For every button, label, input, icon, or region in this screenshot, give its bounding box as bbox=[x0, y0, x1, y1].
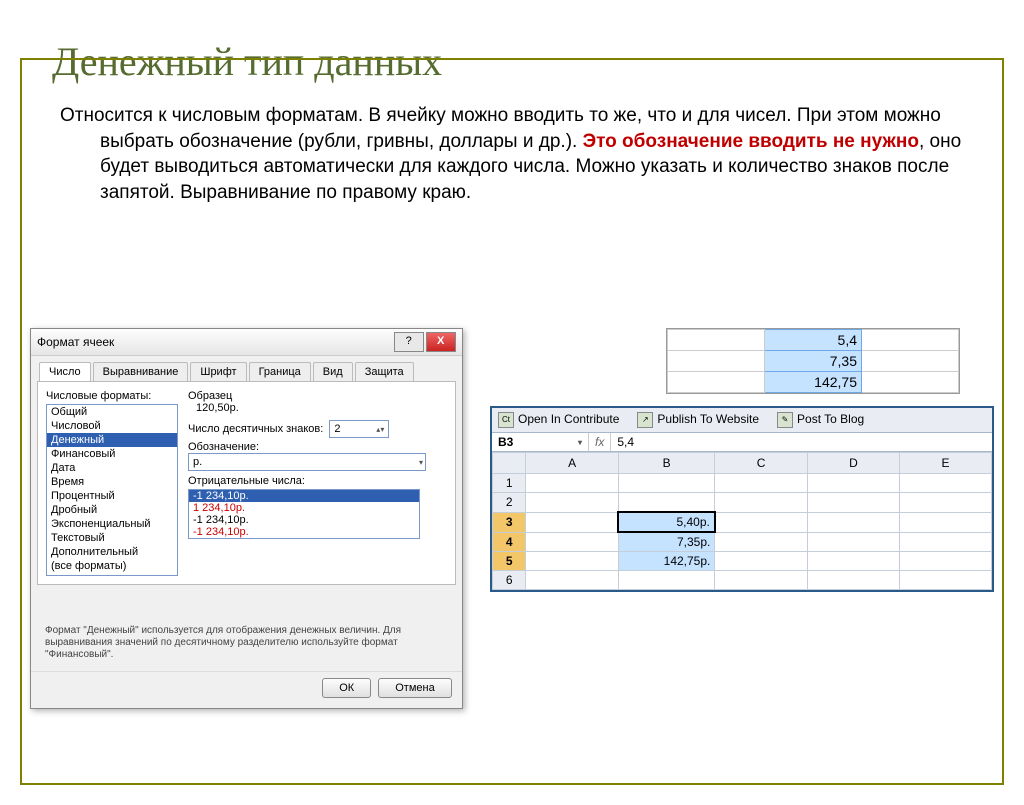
publish-icon: ↗ bbox=[637, 412, 653, 428]
tab-number[interactable]: Число bbox=[39, 362, 91, 381]
toolbar-open-contribute[interactable]: CtOpen In Contribute bbox=[498, 412, 619, 428]
tab-border[interactable]: Граница bbox=[249, 362, 311, 381]
col-a[interactable]: A bbox=[526, 453, 618, 474]
formula-bar[interactable]: 5,4 bbox=[611, 433, 992, 451]
blog-icon: ✎ bbox=[777, 412, 793, 428]
dialog-description: Формат "Денежный" используется для отобр… bbox=[31, 591, 462, 671]
close-button[interactable]: X bbox=[426, 332, 456, 352]
slide-title: Денежный тип данных bbox=[52, 38, 1024, 85]
select-all-corner[interactable] bbox=[493, 453, 526, 474]
toolbar-publish[interactable]: ↗Publish To Website bbox=[637, 412, 759, 428]
sample-value: 120,50р. bbox=[188, 402, 447, 414]
col-d[interactable]: D bbox=[807, 453, 899, 474]
contribute-icon: Ct bbox=[498, 412, 514, 428]
col-e[interactable]: E bbox=[899, 453, 991, 474]
decimals-label: Число десятичных знаков: bbox=[188, 423, 323, 435]
category-list[interactable]: Общий Числовой Денежный Финансовый Дата … bbox=[46, 404, 178, 576]
decimals-spinner[interactable]: 2▴▾ bbox=[329, 420, 389, 438]
format-cells-dialog: Формат ячеек ? X Число Выравнивание Шриф… bbox=[30, 328, 463, 709]
negative-list[interactable]: -1 234,10р. 1 234,10р. -1 234,10р. -1 23… bbox=[188, 489, 420, 539]
dialog-tabs: Число Выравнивание Шрифт Граница Вид Защ… bbox=[31, 356, 462, 381]
mini-grid: 5,4 7,35 142,75 bbox=[666, 328, 960, 394]
fx-icon: fx bbox=[589, 433, 611, 451]
sample-label: Образец bbox=[188, 390, 447, 402]
dialog-title: Формат ячеек bbox=[37, 335, 392, 349]
col-c[interactable]: C bbox=[715, 453, 808, 474]
toolbar-post-blog[interactable]: ✎Post To Blog bbox=[777, 412, 864, 428]
body-text: Относится к числовым форматам. В ячейку … bbox=[60, 103, 964, 206]
help-button[interactable]: ? bbox=[394, 332, 424, 352]
tab-font[interactable]: Шрифт bbox=[190, 362, 246, 381]
spreadsheet-snippet: CtOpen In Contribute ↗Publish To Website… bbox=[490, 406, 994, 592]
symbol-label: Обозначение: bbox=[188, 441, 447, 453]
name-box[interactable]: B3▾ bbox=[492, 433, 589, 451]
category-label: Числовые форматы: bbox=[46, 390, 178, 402]
ok-button[interactable]: ОК bbox=[322, 678, 371, 698]
negative-label: Отрицательные числа: bbox=[188, 475, 447, 487]
tab-align[interactable]: Выравнивание bbox=[93, 362, 189, 381]
tab-protect[interactable]: Защита bbox=[355, 362, 414, 381]
symbol-combo[interactable]: р.▾ bbox=[188, 453, 426, 471]
cancel-button[interactable]: Отмена bbox=[378, 678, 451, 698]
col-b[interactable]: B bbox=[618, 453, 714, 474]
tab-fill[interactable]: Вид bbox=[313, 362, 353, 381]
